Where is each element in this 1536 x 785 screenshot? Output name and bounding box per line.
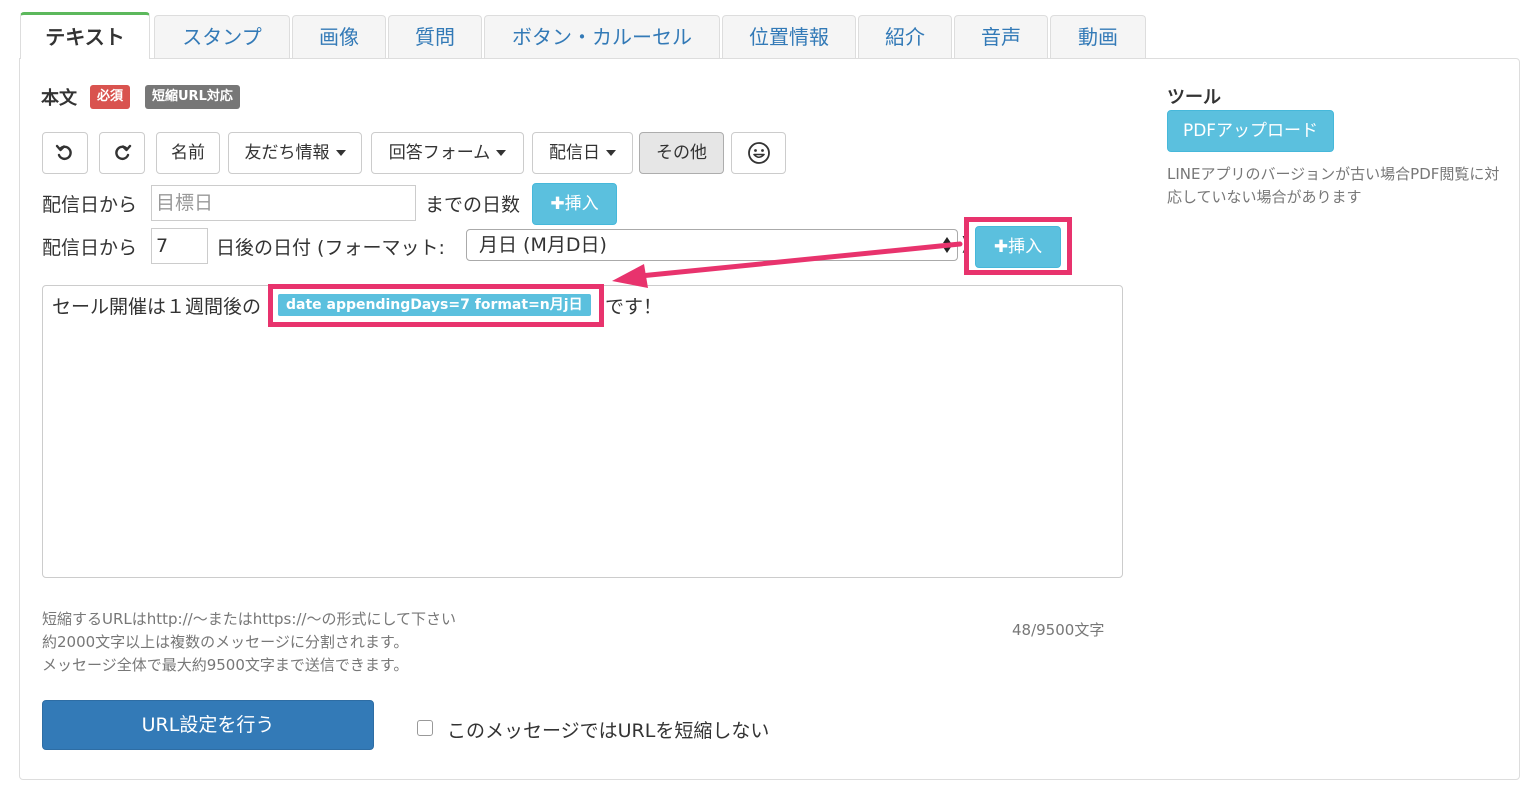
caret-down-icon bbox=[606, 150, 616, 156]
pdf-upload-button[interactable]: PDFアップロード bbox=[1167, 110, 1334, 152]
editor-text-after: です！ bbox=[605, 296, 663, 318]
editor-text-before: セール開催は１週間後の bbox=[52, 296, 262, 318]
answer-form-label: 回答フォーム bbox=[388, 143, 491, 163]
tab-question[interactable]: 質問 bbox=[388, 15, 482, 59]
tab-location[interactable]: 位置情報 bbox=[722, 15, 856, 59]
tools-note: LINEアプリのバージョンが古い場合PDF閲覧に対応していない場合があります bbox=[1167, 165, 1500, 206]
message-panel: 本文 必須 短縮URL対応 名前 友だち情報 回答フォーム 配信日 その他 配信… bbox=[19, 58, 1520, 780]
emoji-icon bbox=[747, 142, 770, 164]
undo-icon bbox=[55, 144, 72, 161]
message-body-editor[interactable]: セール開催は１週間後の date appendingDays=7 format=… bbox=[42, 285, 1123, 578]
target-date-input[interactable]: 目標日 bbox=[151, 185, 416, 221]
help-line-3: メッセージ全体で最大約9500文字まで送信できます。 bbox=[42, 656, 409, 674]
date-format-select[interactable]: 月日 (M月D日) bbox=[466, 229, 958, 261]
help-line-2: 約2000文字以上は複数のメッセージに分割されます。 bbox=[42, 633, 409, 651]
no-shorten-checkbox[interactable] bbox=[417, 720, 433, 736]
friend-info-label: 友だち情報 bbox=[244, 143, 330, 163]
delivery-date-label: 配信日 bbox=[549, 143, 600, 163]
undo-button[interactable] bbox=[42, 132, 88, 174]
emoji-button[interactable] bbox=[731, 132, 786, 174]
char-count: 48/9500文字 bbox=[1012, 621, 1105, 639]
no-shorten-label: このメッセージではURLを短縮しない bbox=[447, 720, 770, 742]
date-format-value: 月日 (M月D日) bbox=[479, 234, 607, 256]
highlight-insert-button bbox=[964, 217, 1072, 275]
required-badge: 必須 bbox=[90, 85, 131, 109]
date-after-suffix: 日後の日付 (フォーマット: bbox=[216, 237, 445, 259]
insert-label: 挿入 bbox=[564, 194, 599, 214]
name-button[interactable]: 名前 bbox=[156, 132, 220, 174]
date-after-prefix: 配信日から bbox=[42, 237, 138, 259]
select-arrows-icon bbox=[943, 237, 951, 253]
tab-image[interactable]: 画像 bbox=[292, 15, 386, 59]
short-url-badge: 短縮URL対応 bbox=[145, 85, 240, 109]
tab-stamp[interactable]: スタンプ bbox=[154, 15, 290, 59]
days-until-prefix: 配信日から bbox=[42, 194, 138, 216]
tools-title: ツール bbox=[1167, 87, 1221, 108]
tab-introduction[interactable]: 紹介 bbox=[858, 15, 952, 59]
caret-down-icon bbox=[335, 150, 346, 156]
other-button[interactable]: その他 bbox=[639, 132, 724, 174]
delivery-date-dropdown[interactable]: 配信日 bbox=[532, 132, 633, 174]
tab-video[interactable]: 動画 bbox=[1050, 15, 1146, 59]
tab-audio[interactable]: 音声 bbox=[954, 15, 1048, 59]
friend-info-dropdown[interactable]: 友だち情報 bbox=[228, 132, 362, 174]
tab-button-carousel[interactable]: ボタン・カルーセル bbox=[484, 15, 720, 59]
url-settings-button[interactable]: URL設定を行う bbox=[42, 700, 374, 750]
highlight-date-tag bbox=[268, 284, 604, 327]
answer-form-dropdown[interactable]: 回答フォーム bbox=[371, 132, 524, 174]
insert-days-until-button[interactable]: ✚挿入 bbox=[532, 183, 617, 225]
body-label: 本文 bbox=[41, 88, 77, 109]
caret-down-icon bbox=[496, 150, 507, 156]
help-line-1: 短縮するURLはhttp://〜またはhttps://〜の形式にして下さい bbox=[42, 610, 457, 628]
days-until-suffix: までの日数 bbox=[425, 194, 521, 216]
days-after-input[interactable]: 7 bbox=[151, 228, 208, 264]
redo-icon bbox=[115, 144, 132, 161]
tab-text[interactable]: テキスト bbox=[20, 12, 150, 59]
plus-icon: ✚ bbox=[550, 194, 565, 214]
redo-button[interactable] bbox=[99, 132, 145, 174]
